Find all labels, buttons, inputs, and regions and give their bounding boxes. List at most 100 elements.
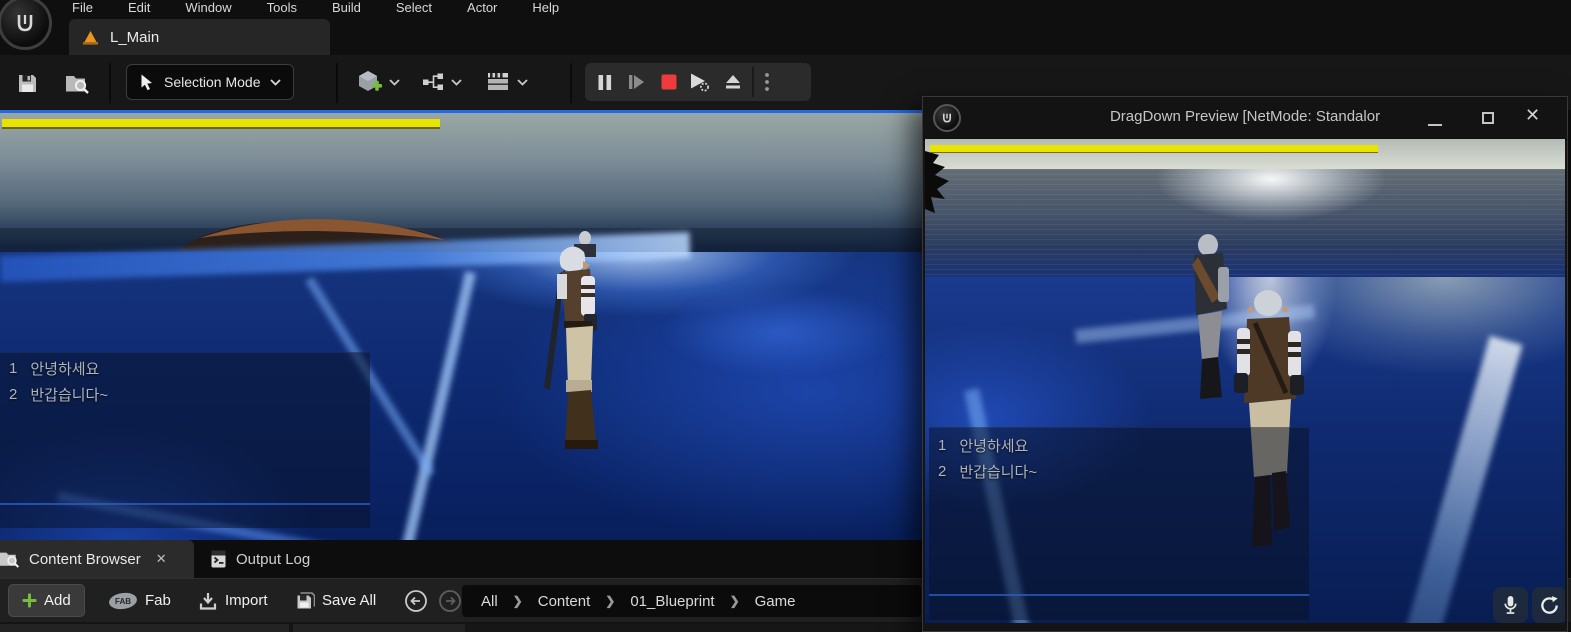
pause-button[interactable] [589, 65, 621, 99]
preview-window-title: DragDown Preview [NetMode: Standalor [1109, 108, 1381, 125]
launch-options-button[interactable] [685, 65, 717, 99]
preview-title-bar[interactable]: DragDown Preview [NetMode: Standalor ✕ [923, 97, 1567, 140]
import-button-label: Import [225, 592, 268, 609]
tab-output-log[interactable]: Output Log [196, 540, 346, 578]
subtitle-panel-divider [0, 503, 370, 505]
fab-button[interactable]: FAB Fab [108, 584, 171, 617]
add-button[interactable]: Add [8, 584, 85, 617]
maximize-icon[interactable] [1482, 112, 1494, 124]
subtitle-number: 2 [9, 385, 18, 403]
save-all-button-label: Save All [322, 592, 377, 609]
water-foam-streak [1371, 335, 1523, 623]
add-actor-cube-icon [359, 71, 382, 91]
subtitle-line: 2 반갑습니다~ [0, 381, 370, 407]
save-all-icon [297, 592, 315, 609]
preview-tree-silhouette [925, 151, 949, 213]
reload-button[interactable] [1532, 587, 1565, 623]
menu-build[interactable]: Build [330, 0, 363, 17]
tab-l-main[interactable]: L_Main [69, 19, 330, 55]
unreal-editor-window: File Edit Window Tools Build Select Acto… [0, 0, 1571, 632]
sources-panel-edge [0, 624, 289, 632]
content-browser-icon [0, 552, 20, 568]
minimize-icon[interactable] [1428, 124, 1442, 126]
breadcrumb-01-blueprint[interactable]: 01_Blueprint [630, 593, 714, 610]
menu-select[interactable]: Select [394, 0, 434, 17]
fab-button-label: Fab [145, 592, 171, 609]
chevron-down-icon [451, 78, 462, 86]
chevron-down-icon [269, 78, 281, 86]
menu-window[interactable]: Window [183, 0, 233, 17]
chevron-down-icon [517, 78, 528, 86]
assets-panel-edge [465, 624, 921, 632]
browse-content-button[interactable] [58, 65, 96, 101]
output-log-tab-label: Output Log [236, 550, 311, 568]
scene-characters [544, 231, 598, 449]
frame-skip-icon [629, 75, 644, 89]
menu-file[interactable]: File [70, 0, 95, 17]
microphone-button[interactable] [1493, 587, 1528, 623]
loading-progress-bar [2, 119, 440, 127]
play-controls [585, 63, 811, 101]
output-log-icon [211, 550, 226, 568]
forward-icon [439, 590, 461, 612]
breadcrumb-content[interactable]: Content [538, 593, 591, 610]
level-viewport[interactable]: 1 안녕하세요 2 반갑습니다~ [0, 110, 922, 540]
menu-help[interactable]: Help [530, 0, 561, 17]
water-glow [660, 287, 900, 377]
plus-icon [22, 593, 37, 608]
import-button[interactable]: Import [198, 584, 268, 617]
subtitle-line: 1 안녕하세요 [0, 355, 370, 381]
chevron-down-icon [389, 78, 400, 86]
close-icon[interactable]: ✕ [1525, 105, 1540, 126]
save-all-button[interactable]: Save All [296, 584, 376, 617]
preview-game-viewport[interactable]: 1 안녕하세요 2 반갑습니다~ [925, 139, 1565, 623]
import-icon [199, 592, 217, 610]
more-play-options-button[interactable] [757, 65, 777, 99]
breadcrumb-game[interactable]: Game [755, 593, 796, 610]
water-crack-highlight [391, 270, 476, 540]
subtitle-number: 1 [9, 359, 18, 377]
eject-button[interactable] [717, 65, 749, 99]
menu-actor[interactable]: Actor [465, 0, 499, 17]
reload-loop-icon [1541, 595, 1558, 614]
breadcrumb-all[interactable]: All [481, 593, 498, 610]
breadcrumb-chevron-icon: ❯ [512, 594, 523, 608]
frame-skip-button[interactable] [621, 65, 653, 99]
unreal-logo-icon [17, 15, 33, 32]
menu-tools[interactable]: Tools [265, 0, 299, 17]
content-browser-tab-label: Content Browser [29, 550, 141, 568]
blueprints-icon [423, 73, 443, 90]
add-actor-dropdown[interactable] [356, 64, 400, 100]
microphone-icon [1504, 596, 1517, 614]
subtitle-line: 1 안녕하세요 [929, 432, 1309, 458]
save-level-button[interactable] [8, 65, 46, 101]
preview-subtitle-panel: 1 안녕하세요 2 반갑습니다~ [929, 427, 1309, 620]
blueprints-dropdown[interactable] [422, 64, 462, 100]
cinematics-dropdown[interactable] [486, 64, 528, 100]
forward-button[interactable] [438, 589, 462, 613]
subtitle-number: 2 [938, 462, 947, 480]
stop-button[interactable] [653, 65, 685, 99]
subtitle-text: 반갑습니다~ [959, 463, 1038, 481]
pause-icon [598, 74, 612, 90]
fab-logo-icon: FAB [109, 592, 137, 609]
unreal-logo [0, 0, 52, 50]
toolbar-divider [570, 63, 572, 103]
tab-content-browser[interactable]: Content Browser ✕ [0, 540, 194, 578]
toolbar-divider [336, 63, 338, 103]
back-button[interactable] [404, 589, 428, 613]
breadcrumb: All ❯ Content ❯ 01_Blueprint ❯ Game [462, 585, 921, 617]
breadcrumb-chevron-icon: ❯ [729, 594, 740, 608]
close-tab-icon[interactable]: ✕ [156, 551, 167, 567]
folder-search-icon [66, 75, 89, 94]
cinematics-clapper-icon [488, 73, 508, 90]
back-icon [405, 590, 427, 612]
save-icon [18, 74, 36, 92]
subtitle-line: 2 반갑습니다~ [929, 458, 1309, 484]
play-controls-divider [752, 67, 754, 97]
selection-mode-dropdown[interactable]: Selection Mode [126, 64, 294, 100]
pie-preview-window: DragDown Preview [NetMode: Standalor ✕ 1… [922, 96, 1568, 632]
menu-bar: File Edit Window Tools Build Select Acto… [70, 0, 561, 17]
menu-edit[interactable]: Edit [126, 0, 152, 17]
folders-panel-edge [293, 624, 465, 632]
